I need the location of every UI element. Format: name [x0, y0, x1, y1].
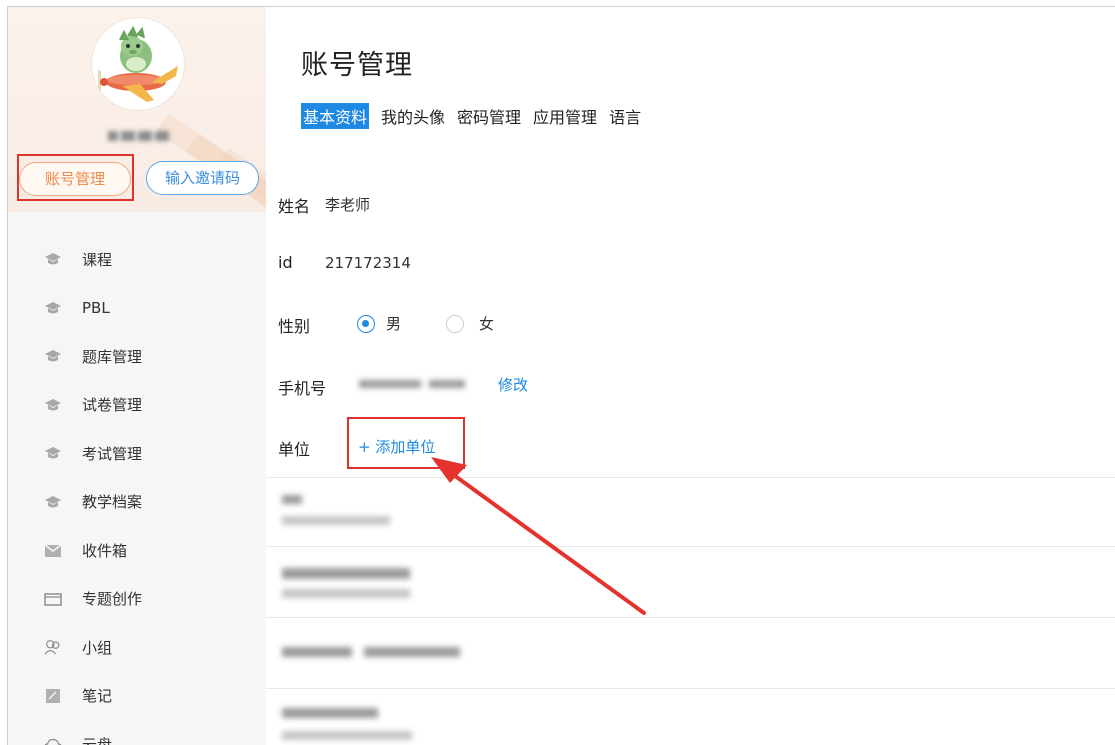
sidebar-item-label: 试卷管理	[82, 396, 143, 415]
tab-password[interactable]: 密码管理	[457, 103, 521, 129]
sidebar-item-label: 收件箱	[82, 541, 128, 560]
tab-language[interactable]: 语言	[609, 103, 641, 129]
page-title: 账号管理	[301, 50, 413, 81]
sidebar-item-exams[interactable]: 考试管理	[8, 429, 266, 478]
gender-female-radio[interactable]	[446, 315, 464, 333]
unit-row[interactable]	[266, 547, 1115, 617]
sidebar-item-pbl[interactable]: PBL	[8, 284, 266, 333]
sidebar-item-label: 专题创作	[82, 590, 143, 609]
avatar[interactable]	[92, 18, 184, 110]
graduation-cap-icon	[44, 250, 62, 268]
add-unit-highlight-box	[347, 417, 465, 469]
sidebar-item-notes[interactable]: 笔记	[8, 672, 266, 721]
sidebar-item-groups[interactable]: 小组	[8, 623, 266, 672]
sidebar-item-topic-creation[interactable]: 专题创作	[8, 575, 266, 624]
tab-applications[interactable]: 应用管理	[533, 103, 597, 129]
profile-tabs: 基本资料 我的头像 密码管理 应用管理 语言	[301, 103, 641, 129]
phone-value-blurred	[359, 377, 469, 391]
gender-female-label: 女	[479, 315, 495, 333]
tab-basic-info[interactable]: 基本资料	[301, 103, 370, 129]
graduation-cap-icon	[44, 347, 62, 365]
sidebar-item-cloud-drive[interactable]: 云盘	[8, 720, 266, 745]
name-value: 李老师	[325, 196, 371, 214]
phone-label: 手机号	[278, 379, 327, 398]
sidebar-item-label: 考试管理	[82, 444, 143, 463]
sidebar-item-teaching-archive[interactable]: 教学档案	[8, 478, 266, 527]
app-frame: 账号管理 输入邀请码 课程 PBL 题库管理 试卷管理 考试管理 教学档案 收件…	[7, 6, 1115, 745]
id-value: 217172314	[325, 254, 411, 272]
sidebar-item-papers[interactable]: 试卷管理	[8, 381, 266, 430]
sidebar-item-inbox[interactable]: 收件箱	[8, 526, 266, 575]
profile-header: 账号管理 输入邀请码	[8, 7, 266, 212]
sidebar-item-label: 笔记	[82, 687, 113, 706]
tab-my-avatar[interactable]: 我的头像	[381, 103, 445, 129]
sidebar-item-label: 题库管理	[82, 347, 143, 366]
window-icon	[44, 590, 62, 608]
unit-text-blurred	[280, 565, 430, 605]
gender-label: 性别	[278, 317, 311, 336]
username-blurred	[108, 125, 174, 143]
name-label: 姓名	[278, 197, 311, 216]
enter-invite-code-button[interactable]: 输入邀请码	[146, 161, 259, 195]
unit-row[interactable]	[266, 618, 1115, 688]
sidebar-nav: 课程 PBL 题库管理 试卷管理 考试管理 教学档案 收件箱 专题创作 小组 笔…	[8, 235, 266, 745]
gender-male-radio[interactable]	[357, 315, 375, 333]
sidebar-item-label: 课程	[82, 250, 113, 269]
sidebar-item-courses[interactable]: 课程	[8, 235, 266, 284]
unit-text-blurred	[280, 705, 420, 745]
gender-male-label: 男	[386, 315, 402, 333]
graduation-cap-icon	[44, 493, 62, 511]
inbox-icon	[44, 541, 62, 559]
sidebar-item-label: PBL	[82, 298, 110, 317]
sidebar-item-label: 小组	[82, 638, 113, 657]
account-button-highlight-box	[17, 154, 134, 201]
unit-text-blurred	[280, 492, 420, 532]
unit-text-blurred	[280, 644, 480, 664]
id-label: id	[278, 253, 293, 272]
sidebar: 账号管理 输入邀请码 课程 PBL 题库管理 试卷管理 考试管理 教学档案 收件…	[8, 7, 266, 745]
graduation-cap-icon	[44, 396, 62, 414]
note-icon	[44, 687, 62, 705]
sidebar-item-label: 云盘	[82, 735, 113, 745]
sidebar-item-label: 教学档案	[82, 493, 143, 512]
edit-phone-link[interactable]: 修改	[498, 374, 528, 395]
main-content: 账号管理 基本资料 我的头像 密码管理 应用管理 语言 姓名 李老师 id 21…	[266, 7, 1115, 745]
unit-row[interactable]	[266, 478, 1115, 546]
graduation-cap-icon	[44, 299, 62, 317]
sidebar-item-question-bank[interactable]: 题库管理	[8, 332, 266, 381]
unit-row[interactable]	[266, 689, 1115, 745]
group-icon	[44, 638, 62, 656]
dinosaur-avatar-icon	[98, 25, 178, 102]
unit-label: 单位	[278, 440, 311, 459]
graduation-cap-icon	[44, 444, 62, 462]
